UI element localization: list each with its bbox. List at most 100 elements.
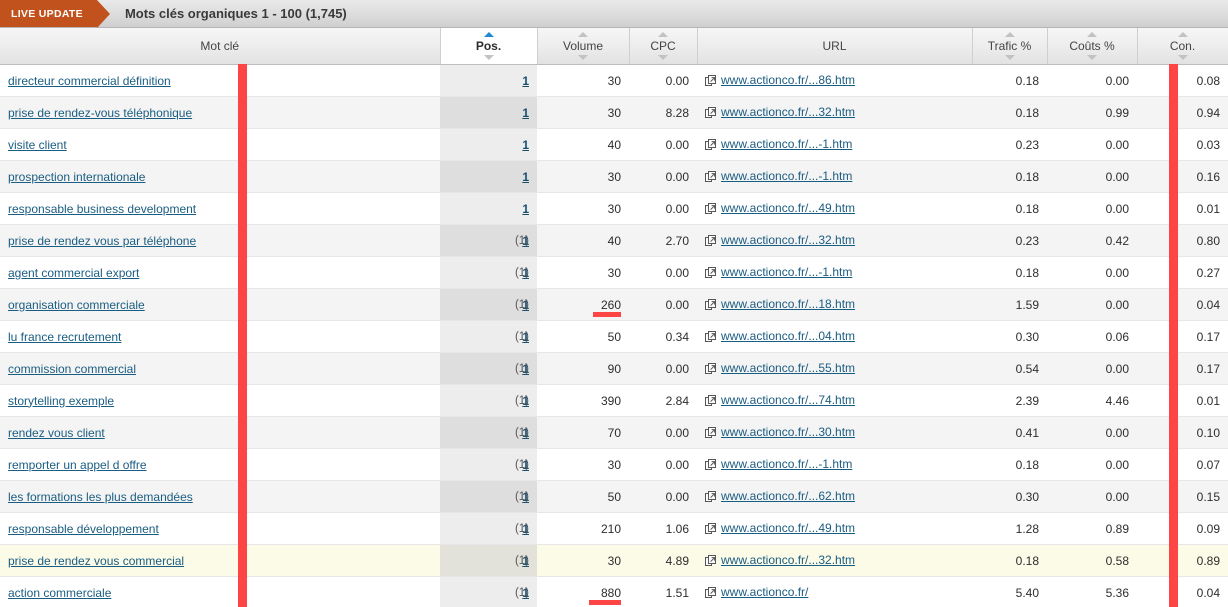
volume-value: 70 bbox=[607, 425, 621, 440]
table-row[interactable]: prospection internationale 1 30 0.00 www.act… bbox=[0, 160, 1228, 193]
url-link[interactable]: www.actionco.fr/...-1.htm bbox=[721, 137, 852, 151]
cell-cpc: 1.51 bbox=[629, 576, 697, 607]
cpc-value: 0.00 bbox=[665, 457, 689, 472]
url-link[interactable]: www.actionco.fr/...32.htm bbox=[721, 233, 855, 247]
position-link[interactable]: 1 bbox=[522, 138, 529, 152]
keyword-link[interactable]: directeur commercial définition bbox=[8, 74, 171, 88]
keyword-link[interactable]: responsable développement bbox=[8, 522, 159, 536]
table-row[interactable]: visite client 1 40 0.00 www.actionco.fr/...-… bbox=[0, 128, 1228, 161]
keyword-link[interactable]: lu france recrutement bbox=[8, 330, 121, 344]
volume-value: 30 bbox=[607, 201, 621, 216]
url-link[interactable]: www.actionco.fr/...32.htm bbox=[721, 553, 855, 567]
traffic-value: 0.18 bbox=[1015, 457, 1039, 472]
keyword-link[interactable]: commission commercial bbox=[8, 362, 136, 376]
position-previous: (1) bbox=[514, 555, 529, 567]
sort-desc-arrow-cpc-icon[interactable] bbox=[658, 55, 668, 60]
keyword-link[interactable]: prise de rendez vous commercial bbox=[8, 554, 184, 568]
url-link[interactable]: www.actionco.fr/ bbox=[721, 585, 808, 599]
volume-value: 390 bbox=[600, 393, 621, 408]
table-row[interactable]: agent commercial export 1 (1) 30 0.00 www.act… bbox=[0, 256, 1228, 289]
cell-keyword: remporter un appel d offre bbox=[0, 448, 440, 481]
position-link[interactable]: 1 bbox=[522, 202, 529, 216]
con-value: 0.04 bbox=[1196, 585, 1220, 600]
cell-traffic: 1.28 bbox=[972, 512, 1047, 545]
column-header-costs[interactable]: Coûts % bbox=[1047, 28, 1138, 65]
table-row[interactable]: organisation commerciale 1 (1) 260 0.00 www.a… bbox=[0, 288, 1228, 321]
keyword-link[interactable]: organisation commerciale bbox=[8, 298, 145, 312]
keyword-link[interactable]: agent commercial export bbox=[8, 266, 139, 280]
keyword-link[interactable]: prise de rendez-vous téléphonique bbox=[8, 106, 192, 120]
cell-con: 0.09 bbox=[1137, 512, 1228, 545]
column-header-position[interactable]: Pos. bbox=[439, 28, 538, 65]
column-header-url[interactable]: URL bbox=[697, 28, 973, 65]
position-link[interactable]: 1 bbox=[522, 74, 529, 88]
table-row[interactable]: les formations les plus demandées 1 (1) 50 0… bbox=[0, 480, 1228, 513]
table-row[interactable]: responsable business development 1 30 0.00 w… bbox=[0, 192, 1228, 225]
keyword-link[interactable]: remporter un appel d offre bbox=[8, 458, 147, 472]
external-link-icon bbox=[705, 362, 716, 377]
sort-asc-arrow-con-icon[interactable] bbox=[1177, 32, 1188, 37]
url-link[interactable]: www.actionco.fr/...74.htm bbox=[721, 393, 855, 407]
table-row[interactable]: prise de rendez vous commercial 1 (1) 30 4.8… bbox=[0, 544, 1228, 577]
sort-asc-arrow-traffic-icon[interactable] bbox=[1004, 32, 1015, 37]
table-row[interactable]: action commerciale 1 (1) 880 1.51 www.actionc… bbox=[0, 576, 1228, 607]
url-link[interactable]: www.actionco.fr/...32.htm bbox=[721, 105, 855, 119]
keyword-link[interactable]: visite client bbox=[8, 138, 67, 152]
sort-desc-arrow-con-icon[interactable] bbox=[1177, 55, 1188, 60]
column-header-traffic[interactable]: Trafic % bbox=[972, 28, 1048, 65]
column-header-con[interactable]: Con. bbox=[1137, 28, 1228, 65]
cell-con: 0.80 bbox=[1137, 224, 1228, 257]
url-link[interactable]: www.actionco.fr/...62.htm bbox=[721, 489, 855, 503]
keyword-link[interactable]: prospection internationale bbox=[8, 170, 145, 184]
url-link[interactable]: www.actionco.fr/...-1.htm bbox=[721, 169, 852, 183]
cell-volume: 880 bbox=[537, 576, 629, 607]
traffic-value: 0.23 bbox=[1015, 233, 1039, 248]
url-link[interactable]: www.actionco.fr/...49.htm bbox=[721, 521, 855, 535]
column-header-keyword[interactable]: Mot clé bbox=[0, 28, 441, 65]
keyword-link[interactable]: storytelling exemple bbox=[8, 394, 114, 408]
cpc-value: 0.00 bbox=[665, 425, 689, 440]
url-link[interactable]: www.actionco.fr/...04.htm bbox=[721, 329, 855, 343]
keyword-link[interactable]: rendez vous client bbox=[8, 426, 105, 440]
url-link[interactable]: www.actionco.fr/...49.htm bbox=[721, 201, 855, 215]
url-link[interactable]: www.actionco.fr/...-1.htm bbox=[721, 457, 852, 471]
sort-asc-arrow-costs-icon[interactable] bbox=[1087, 32, 1097, 37]
table-row[interactable]: rendez vous client 1 (1) 70 0.00 www.actionco… bbox=[0, 416, 1228, 449]
costs-value: 0.99 bbox=[1105, 105, 1129, 120]
table-row[interactable]: storytelling exemple 1 (1) 390 2.84 www.actio… bbox=[0, 384, 1228, 417]
keyword-link[interactable]: action commerciale bbox=[8, 586, 111, 600]
table-row[interactable]: commission commercial 1 (1) 90 0.00 www.actio… bbox=[0, 352, 1228, 385]
table-row[interactable]: prise de rendez vous par téléphone 1 (1) 40… bbox=[0, 224, 1228, 257]
cpc-value: 8.28 bbox=[665, 105, 689, 120]
keyword-link[interactable]: responsable business development bbox=[8, 202, 196, 216]
table-row[interactable]: responsable développement 1 (1) 210 1.06 www.… bbox=[0, 512, 1228, 545]
position-previous: (1) bbox=[514, 235, 529, 247]
url-link[interactable]: www.actionco.fr/...30.htm bbox=[721, 425, 855, 439]
table-row[interactable]: directeur commercial définition 1 30 0.00 ww… bbox=[0, 64, 1228, 97]
url-link[interactable]: www.actionco.fr/...18.htm bbox=[721, 297, 855, 311]
cell-costs: 0.00 bbox=[1047, 192, 1137, 225]
url-link[interactable]: www.actionco.fr/...86.htm bbox=[721, 73, 855, 87]
keyword-link[interactable]: les formations les plus demandées bbox=[8, 490, 193, 504]
table-row[interactable]: remporter un appel d offre 1 (1) 30 0.00 www.… bbox=[0, 448, 1228, 481]
keyword-link[interactable]: prise de rendez vous par téléphone bbox=[8, 234, 196, 248]
sort-asc-arrow-cpc-icon[interactable] bbox=[658, 32, 668, 37]
sort-desc-arrow-costs-icon[interactable] bbox=[1087, 55, 1097, 60]
external-link-icon bbox=[705, 170, 716, 185]
sort-desc-arrow-volume-icon[interactable] bbox=[578, 55, 588, 60]
sort-desc-arrow-traffic-icon[interactable] bbox=[1004, 55, 1015, 60]
table-row[interactable]: prise de rendez-vous téléphonique 1 30 8.28… bbox=[0, 96, 1228, 129]
sort-desc-arrow-position-icon[interactable] bbox=[483, 55, 494, 60]
column-header-cpc[interactable]: CPC bbox=[629, 28, 698, 65]
table-row[interactable]: lu france recrutement 1 (1) 50 0.34 www.actio… bbox=[0, 320, 1228, 353]
traffic-value: 5.40 bbox=[1015, 585, 1039, 600]
position-link[interactable]: 1 bbox=[522, 106, 529, 120]
sort-asc-arrow-position-icon[interactable] bbox=[483, 32, 494, 37]
sort-asc-arrow-volume-icon[interactable] bbox=[578, 32, 588, 37]
column-header-volume[interactable]: Volume bbox=[537, 28, 630, 65]
cell-volume: 260 bbox=[537, 288, 629, 321]
url-link[interactable]: www.actionco.fr/...55.htm bbox=[721, 361, 855, 375]
url-link[interactable]: www.actionco.fr/...-1.htm bbox=[721, 265, 852, 279]
position-link[interactable]: 1 bbox=[522, 170, 529, 184]
cell-volume: 40 bbox=[537, 128, 629, 161]
